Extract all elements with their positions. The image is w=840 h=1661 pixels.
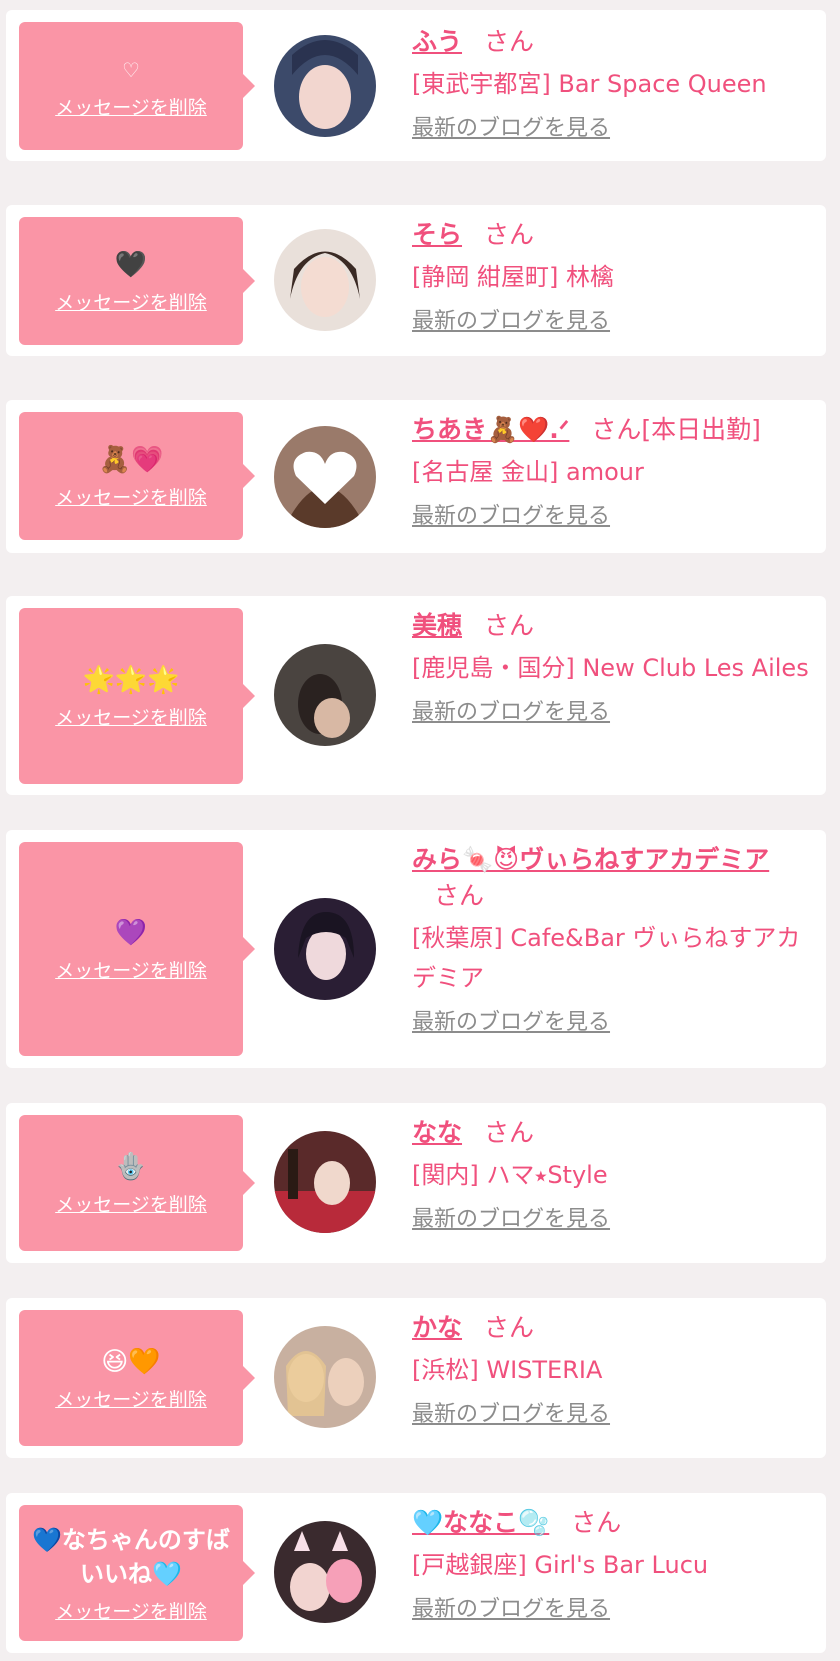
delete-message-link[interactable]: メッセージを削除 — [55, 483, 207, 510]
sender-name[interactable]: かな — [412, 1313, 462, 1342]
honorific: さん — [571, 1508, 622, 1537]
reaction-emoji: ♡ — [122, 57, 140, 82]
reaction-emoji: 💙なちゃんのすばいいね🩵 — [32, 1525, 230, 1588]
latest-blog-link[interactable]: 最新のブログを見る — [412, 1008, 610, 1038]
sender-info: みら🍬😈ヴぃらねすアカデミアさん [秋葉原] Cafe&Bar ヴぃらねすアカデ… — [412, 842, 812, 1038]
sender-name[interactable]: みら🍬😈ヴぃらねすアカデミア — [412, 845, 769, 874]
delete-message-link[interactable]: メッセージを削除 — [55, 288, 207, 315]
avatar[interactable] — [274, 644, 376, 746]
shop-name: [秋葉原] Cafe&Bar ヴぃらねすアカデミア — [412, 924, 801, 992]
honorific: さん — [484, 1313, 535, 1342]
message-card: 🪬 メッセージを削除 なな さん [関内] ハマ⭑Style 最新のブログを見る — [6, 1103, 826, 1263]
reaction-emoji: 🧸💗 — [98, 444, 164, 475]
honorific: さん — [484, 27, 535, 56]
shop-name: [鹿児島・国分] New Club Les Ailes — [412, 654, 809, 682]
delete-message-link[interactable]: メッセージを削除 — [55, 93, 207, 120]
avatar[interactable] — [274, 229, 376, 331]
avatar[interactable] — [274, 426, 376, 528]
reaction-bubble: ♡ メッセージを削除 — [19, 22, 255, 150]
delete-message-link[interactable]: メッセージを削除 — [55, 1385, 207, 1412]
honorific: さん — [434, 881, 485, 910]
reaction-emoji: 🖤 — [114, 249, 148, 280]
reaction-bubble: 😆🧡 メッセージを削除 — [19, 1310, 255, 1446]
reaction-bubble: 🖤 メッセージを削除 — [19, 217, 255, 345]
delete-message-link[interactable]: メッセージを削除 — [55, 703, 207, 730]
reaction-emoji: 💜 — [114, 917, 148, 948]
sender-name[interactable]: そら — [412, 220, 462, 249]
avatar[interactable] — [274, 35, 376, 137]
sender-info: そら さん [静岡 紺屋町] 林檎 最新のブログを見る — [412, 217, 812, 337]
avatar[interactable] — [274, 1326, 376, 1428]
latest-blog-link[interactable]: 最新のブログを見る — [412, 502, 610, 532]
shop-name: [戸越銀座] Girl's Bar Lucu — [412, 1551, 709, 1579]
sender-status: [本日出勤] — [641, 415, 761, 444]
message-card: 💜 メッセージを削除 みら🍬😈ヴぃらねすアカデミアさん [秋葉原] Cafe&B… — [6, 830, 826, 1068]
sender-info: ふう さん [東武宇都宮] Bar Space Queen 最新のブログを見る — [412, 24, 812, 144]
message-card: ♡ メッセージを削除 ふう さん [東武宇都宮] Bar Space Queen … — [6, 10, 826, 161]
message-card: 🧸💗 メッセージを削除 ちあき🧸❤️.ᐟ さん[本日出勤] [名古屋 金山] am… — [6, 400, 826, 553]
message-card: 😆🧡 メッセージを削除 かな さん [浜松] WISTERIA 最新のブログを見る — [6, 1298, 826, 1458]
message-card: 💙なちゃんのすばいいね🩵 メッセージを削除 🩵ななこ🫧 さん [戸越銀座] Gir… — [6, 1493, 826, 1653]
message-card: 🌟🌟🌟 メッセージを削除 美穂 さん [鹿児島・国分] New Club Les … — [6, 596, 826, 795]
shop-name: [静岡 紺屋町] 林檎 — [412, 263, 614, 291]
honorific: さん — [484, 1118, 535, 1147]
shop-name: [名古屋 金山] amour — [412, 458, 644, 486]
delete-message-link[interactable]: メッセージを削除 — [55, 1597, 207, 1624]
reaction-bubble: 🧸💗 メッセージを削除 — [19, 412, 255, 540]
shop-name: [関内] ハマ⭑Style — [412, 1161, 608, 1189]
reaction-bubble: 🪬 メッセージを削除 — [19, 1115, 255, 1251]
avatar[interactable] — [274, 898, 376, 1000]
delete-message-link[interactable]: メッセージを削除 — [55, 956, 207, 983]
latest-blog-link[interactable]: 最新のブログを見る — [412, 307, 610, 337]
sender-info: なな さん [関内] ハマ⭑Style 最新のブログを見る — [412, 1115, 812, 1235]
honorific: さん — [484, 611, 535, 640]
sender-name[interactable]: ちあき🧸❤️.ᐟ — [412, 415, 569, 444]
sender-name[interactable]: ふう — [412, 27, 462, 56]
reaction-emoji: 🌟🌟🌟 — [82, 664, 180, 695]
latest-blog-link[interactable]: 最新のブログを見る — [412, 1595, 610, 1625]
message-card: 🖤 メッセージを削除 そら さん [静岡 紺屋町] 林檎 最新のブログを見る — [6, 205, 826, 356]
shop-name: [浜松] WISTERIA — [412, 1356, 603, 1384]
reaction-bubble: 🌟🌟🌟 メッセージを削除 — [19, 608, 255, 784]
message-list: ♡ メッセージを削除 ふう さん [東武宇都宮] Bar Space Queen … — [0, 0, 840, 1661]
sender-info: 美穂 さん [鹿児島・国分] New Club Les Ailes 最新のブログを… — [412, 608, 812, 728]
honorific: さん — [484, 220, 535, 249]
shop-name: [東武宇都宮] Bar Space Queen — [412, 70, 767, 98]
latest-blog-link[interactable]: 最新のブログを見る — [412, 1400, 610, 1430]
latest-blog-link[interactable]: 最新のブログを見る — [412, 698, 610, 728]
delete-message-link[interactable]: メッセージを削除 — [55, 1190, 207, 1217]
reaction-bubble: 💙なちゃんのすばいいね🩵 メッセージを削除 — [19, 1505, 255, 1641]
latest-blog-link[interactable]: 最新のブログを見る — [412, 114, 610, 144]
avatar[interactable] — [274, 1131, 376, 1233]
sender-name[interactable]: 🩵ななこ🫧 — [412, 1508, 549, 1537]
reaction-bubble: 💜 メッセージを削除 — [19, 842, 255, 1056]
sender-info: 🩵ななこ🫧 さん [戸越銀座] Girl's Bar Lucu 最新のブログを見る — [412, 1505, 812, 1625]
honorific: さん — [591, 415, 642, 444]
avatar[interactable] — [274, 1521, 376, 1623]
sender-info: ちあき🧸❤️.ᐟ さん[本日出勤] [名古屋 金山] amour 最新のブログを見… — [412, 412, 812, 532]
sender-info: かな さん [浜松] WISTERIA 最新のブログを見る — [412, 1310, 812, 1430]
reaction-emoji: 😆🧡 — [101, 1346, 161, 1377]
reaction-emoji: 🪬 — [114, 1151, 148, 1182]
sender-name[interactable]: 美穂 — [412, 611, 462, 640]
sender-name[interactable]: なな — [412, 1118, 462, 1147]
latest-blog-link[interactable]: 最新のブログを見る — [412, 1205, 610, 1235]
